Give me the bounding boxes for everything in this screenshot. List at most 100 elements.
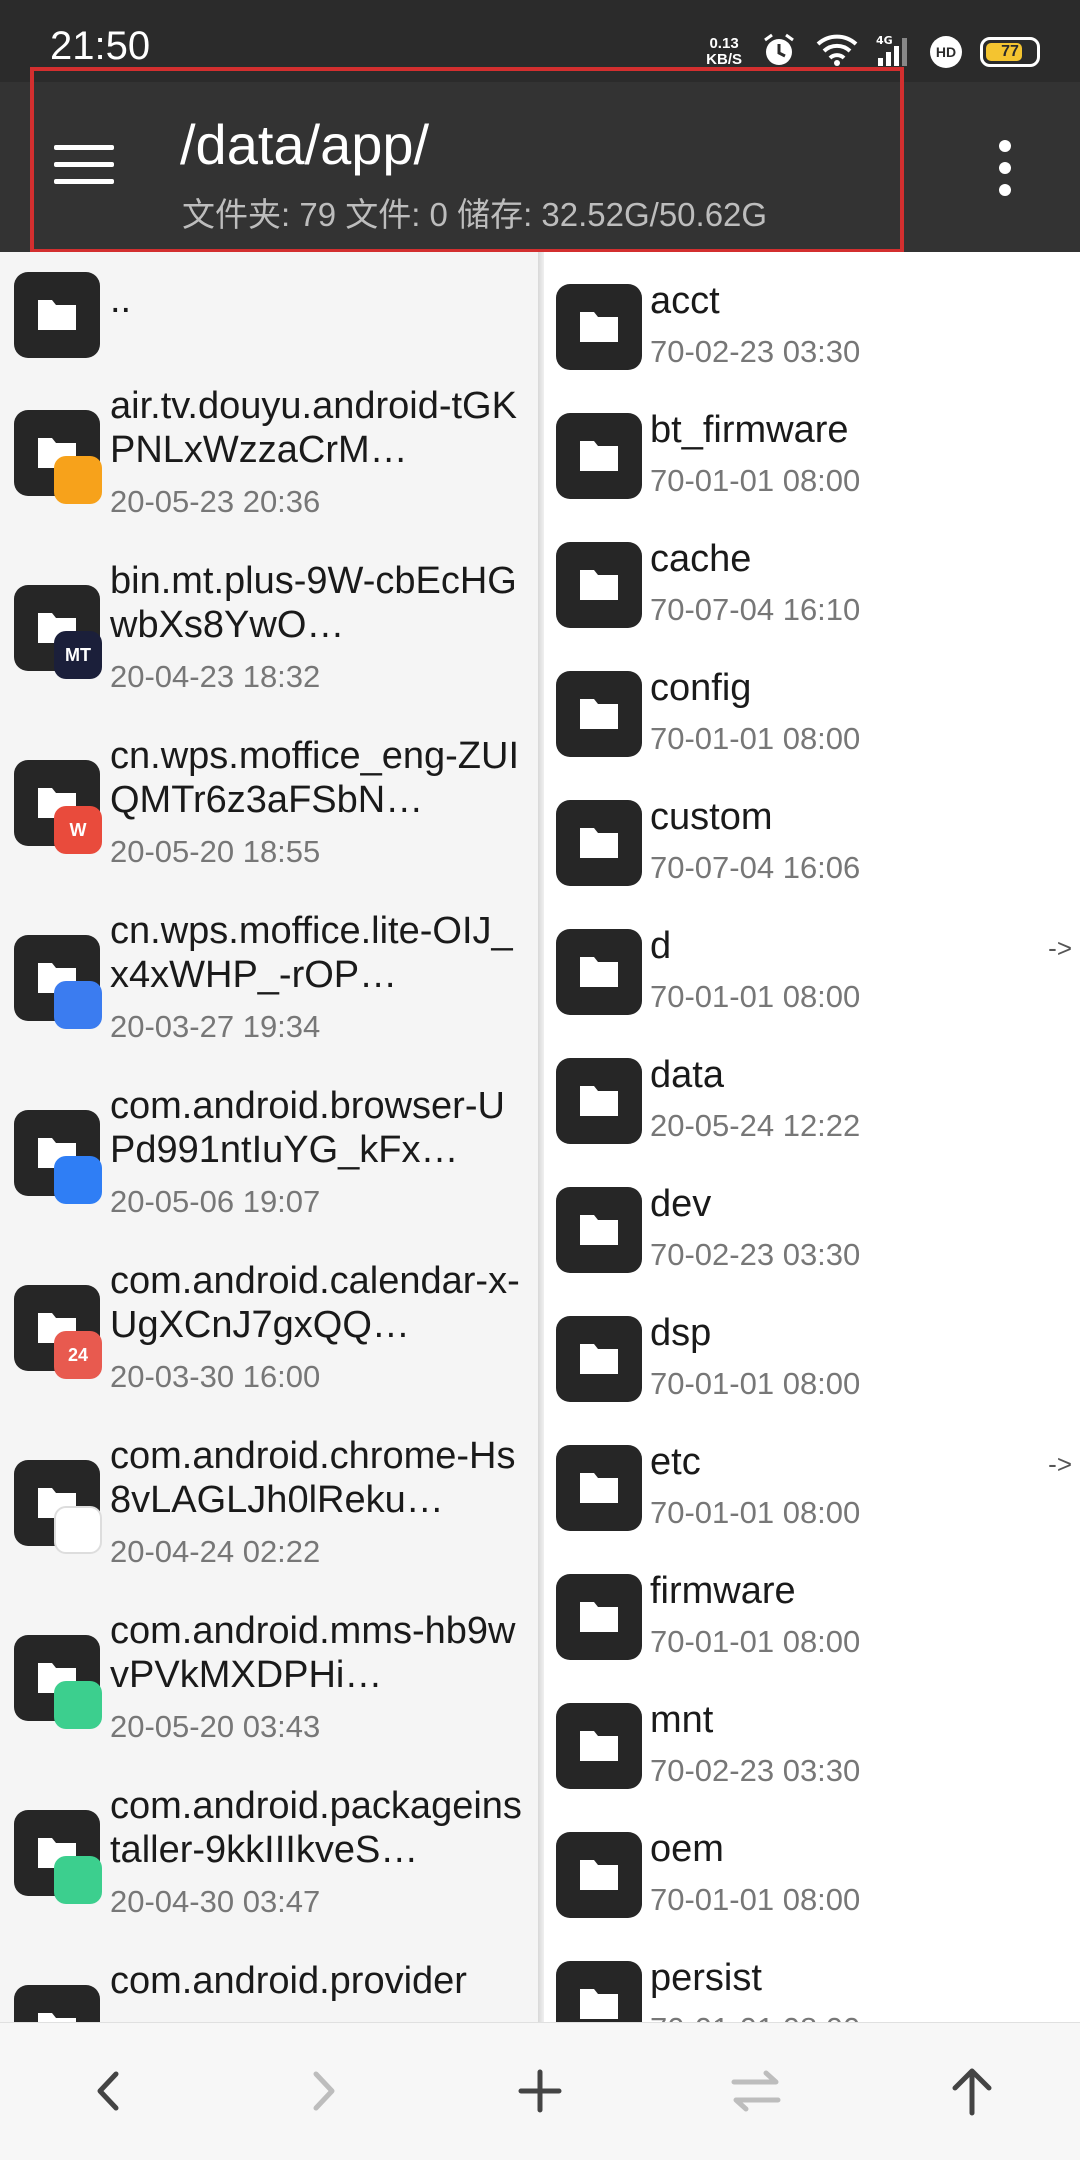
add-icon[interactable] [500,2051,580,2131]
package-installer-app-icon [54,1856,102,1904]
svg-text:4G: 4G [876,34,893,47]
wifi-icon [816,33,858,72]
folder-icon: W [14,760,102,854]
back-arrow-icon[interactable] [68,2051,148,2131]
folder-icon [556,800,642,886]
left-folder-item[interactable]: cn.wps.moffice.lite-OIJ_x4xWHP_-rOP… 20-0… [0,897,538,1072]
left-folder-item[interactable]: com.android.provider [0,1947,538,2022]
folder-icon [14,1985,100,2022]
right-folder-item[interactable]: config 70-01-01 08:00 [544,649,1080,778]
folder-date: 20-05-06 19:07 [110,1184,321,1219]
wps-lite-app-icon [54,981,102,1029]
folder-date: 20-05-20 03:43 [110,1709,321,1744]
folder-name: cache [650,538,752,580]
right-folder-item[interactable]: bt_firmware 70-01-01 08:00 [544,391,1080,520]
right-folder-item[interactable]: dev 70-02-23 03:30 [544,1165,1080,1294]
folder-date: 70-01-01 08:00 [650,1366,861,1401]
folder-date: 20-04-24 02:22 [110,1534,321,1569]
parent-directory-label: .. [110,279,132,321]
swap-panes-icon[interactable] [716,2051,796,2131]
symlink-indicator: -> [1048,1449,1072,1479]
calendar-app-icon: 24 [54,1331,102,1379]
folder-icon [14,1110,102,1204]
folder-name: persist [650,1957,762,1999]
folder-date: 70-07-04 16:10 [650,592,861,627]
right-file-pane[interactable]: acct 70-02-23 03:30 bt_firmware 70-01-01 08… [544,252,1080,2022]
folder-icon [556,1187,642,1273]
right-folder-item[interactable]: mnt 70-02-23 03:30 [544,1681,1080,1810]
folder-date: 20-03-30 16:00 [110,1359,321,1394]
folder-icon [556,1574,642,1660]
highlight-box [30,67,904,253]
folder-name: com.android.browser-UPd991ntIuYG_kFx… [110,1085,505,1171]
folder-name: dev [650,1183,712,1225]
folder-icon [556,542,642,628]
right-folder-item[interactable]: acct 70-02-23 03:30 [544,262,1080,391]
right-folder-item[interactable]: cache 70-07-04 16:10 [544,520,1080,649]
wps-office-app-icon: W [54,806,102,854]
folder-icon [556,1961,642,2022]
right-folder-item[interactable]: etc 70-01-01 08:00 -> [544,1423,1080,1552]
status-time: 21:50 [50,24,151,68]
folder-icon [556,671,642,757]
folder-name: com.android.chrome-Hs8vLAGLJh0lReku… [110,1435,516,1521]
left-folder-item[interactable]: com.android.browser-UPd991ntIuYG_kFx… 20-… [0,1072,538,1247]
folder-name: data [650,1054,724,1096]
folder-name: mnt [650,1699,714,1741]
left-folder-item[interactable]: air.tv.douyu.android-tGKPNLxWzzaCrM… 20-0… [0,372,538,547]
folder-name: config [650,667,752,709]
folder-date: 70-01-01 08:00 [650,2011,860,2022]
folder-name: cn.wps.moffice_eng-ZUIQMTr6z3aFSbN… [110,735,520,821]
right-folder-item[interactable]: d 70-01-01 08:00 -> [544,907,1080,1036]
parent-directory-item[interactable]: .. [0,252,538,372]
right-folder-item[interactable]: data 20-05-24 12:22 [544,1036,1080,1165]
up-directory-icon[interactable] [932,2051,1012,2131]
symlink-indicator: -> [1048,933,1072,963]
folder-icon [556,1316,642,1402]
folder-name: custom [650,796,773,838]
folder-date: 70-01-01 08:00 [650,721,861,756]
chrome-app-icon [54,1506,102,1554]
right-folder-item[interactable]: persist 70-01-01 08:00 [544,1939,1080,2022]
left-file-pane[interactable]: .. air.tv.douyu.android-tGKPNLxWzzaCrM… 2… [0,252,538,2022]
folder-icon [14,935,102,1029]
folder-name: oem [650,1828,724,1870]
folder-icon: MT [14,585,102,679]
left-folder-item[interactable]: 24 com.android.calendar-x-UgXCnJ7gxQQ… 20-… [0,1247,538,1422]
folder-date: 70-07-04 16:06 [650,850,861,885]
folder-name: com.android.mms-hb9wvPVkMXDPHi… [110,1610,516,1696]
folder-icon [556,1832,642,1918]
folder-name: com.android.provider [110,1960,467,2002]
folder-date: 70-02-23 03:30 [650,1237,861,1272]
right-folder-item[interactable]: custom 70-07-04 16:06 [544,778,1080,907]
folder-icon [556,1703,642,1789]
right-folder-item[interactable]: oem 70-01-01 08:00 [544,1810,1080,1939]
folder-name: etc [650,1441,701,1483]
left-folder-item[interactable]: com.android.mms-hb9wvPVkMXDPHi… 20-05-20 … [0,1597,538,1772]
folder-icon [14,410,102,504]
folder-date: 70-01-01 08:00 [650,463,861,498]
folder-icon [556,1445,642,1531]
folder-icon [14,1810,102,1904]
folder-name: com.android.calendar-x-UgXCnJ7gxQQ… [110,1260,520,1346]
folder-icon [556,413,642,499]
more-options-icon[interactable] [990,140,1020,196]
right-folder-item[interactable]: firmware 70-01-01 08:00 [544,1552,1080,1681]
folder-date: 20-03-27 19:34 [110,1009,321,1044]
forward-arrow-icon[interactable] [284,2051,364,2131]
messages-app-icon [54,1681,102,1729]
left-folder-item[interactable]: com.android.packageinstaller-9kkIIIkveS…… [0,1772,538,1947]
left-folder-item[interactable]: Wcn.wps.moffice_eng-ZUIQMTr6z3aFSbN… 20-0… [0,722,538,897]
hd-voice-icon: HD [930,36,962,68]
left-folder-item[interactable]: com.android.chrome-Hs8vLAGLJh0lReku… 20-0… [0,1422,538,1597]
right-folder-item[interactable]: dsp 70-01-01 08:00 [544,1294,1080,1423]
folder-name: dsp [650,1312,712,1354]
folder-name: d [650,925,672,967]
folder-date: 20-05-23 20:36 [110,484,321,519]
folder-name: air.tv.douyu.android-tGKPNLxWzzaCrM… [110,385,517,471]
folder-date: 20-04-23 18:32 [110,659,321,694]
left-folder-item[interactable]: MT bin.mt.plus-9W-cbEcHGwbXs8YwO… 20-04-23… [0,547,538,722]
folder-date: 20-04-30 03:47 [110,1884,321,1919]
folder-date: 70-01-01 08:00 [650,1495,861,1530]
folder-name: bt_firmware [650,409,849,451]
